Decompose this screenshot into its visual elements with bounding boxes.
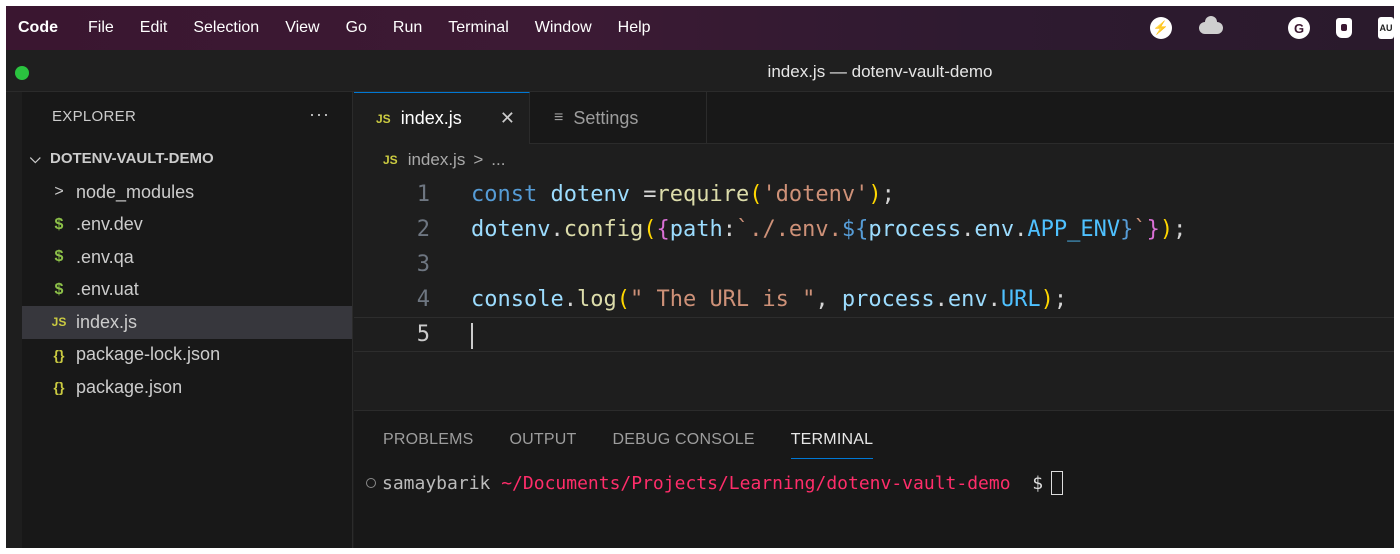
chevron-right-icon: > <box>54 183 64 201</box>
explorer-sidebar: EXPLORER ··· ⌵ DOTENV-VAULT-DEMO > node_… <box>22 92 353 548</box>
menu-help[interactable]: Help <box>618 19 651 37</box>
breadcrumb-file[interactable]: index.js <box>408 150 466 170</box>
tree-item-label: .env.uat <box>76 279 139 300</box>
editor-tabs: JS index.js ✕ ≡ Settings <box>354 92 1394 144</box>
settings-list-icon: ≡ <box>554 109 564 126</box>
tree-item-label: package-lock.json <box>76 344 221 365</box>
js-file-icon: JS <box>383 153 398 167</box>
status-icons: ⚡ G AU <box>1150 6 1394 50</box>
tab-output[interactable]: OUTPUT <box>510 431 577 459</box>
tree-item-env-dev[interactable]: $ .env.dev <box>22 209 352 242</box>
terminal-cursor <box>1051 471 1064 495</box>
tree-item-package-json[interactable]: {} package.json <box>22 371 352 404</box>
close-icon[interactable]: ✕ <box>500 108 515 129</box>
tree-item-label: .env.qa <box>76 246 134 267</box>
tree-item-env-uat[interactable]: $ .env.uat <box>22 274 352 307</box>
title-bar: index.js — dotenv-vault-demo <box>6 50 1394 92</box>
tree-item-label: index.js <box>76 311 138 332</box>
tab-label: index.js <box>400 108 462 128</box>
menu-edit[interactable]: Edit <box>140 19 168 37</box>
env-file-icon: $ <box>54 280 64 298</box>
code-line: 3 <box>354 247 1394 282</box>
app-menu[interactable]: Code <box>18 19 58 37</box>
grammarly-icon[interactable]: G <box>1288 17 1310 39</box>
menu-bar: Code File Edit Selection View Go Run Ter… <box>6 6 1394 50</box>
circle-icon <box>366 478 376 488</box>
js-file-icon: JS <box>51 315 67 330</box>
tab-problems[interactable]: PROBLEMS <box>383 431 474 459</box>
env-file-icon: $ <box>54 248 64 266</box>
tab-settings[interactable]: ≡ Settings <box>530 92 707 144</box>
code-line: 4 console.log(" The URL is ", process.en… <box>354 282 1394 317</box>
line-number: 5 <box>416 322 430 347</box>
json-file-icon: {} <box>53 346 65 363</box>
file-tree: > node_modules $ .env.dev $ .env.qa $ .e… <box>22 176 352 404</box>
tree-item-node-modules[interactable]: > node_modules <box>22 176 352 209</box>
explorer-header: EXPLORER <box>52 108 137 125</box>
chevron-right-icon: > <box>473 150 484 169</box>
project-folder[interactable]: ⌵ DOTENV-VAULT-DEMO <box>30 150 214 167</box>
cloud-icon[interactable] <box>1198 16 1224 39</box>
code-line-current: 5 <box>354 317 1394 352</box>
line-number: 3 <box>416 252 430 277</box>
user-icon[interactable]: AU <box>1378 17 1394 39</box>
tab-label: Settings <box>573 107 639 128</box>
tree-item-label: .env.dev <box>76 214 143 235</box>
bottom-panel: PROBLEMS OUTPUT DEBUG CONSOLE TERMINAL s… <box>354 410 1394 548</box>
terminal-prompt-line[interactable]: samaybarik ~/Documents/Projects/Learning… <box>366 471 1064 495</box>
menu-run[interactable]: Run <box>393 19 422 37</box>
tree-item-label: package.json <box>76 376 183 397</box>
bolt-icon[interactable]: ⚡ <box>1150 17 1172 39</box>
menu-terminal[interactable]: Terminal <box>448 19 508 37</box>
menu-go[interactable]: Go <box>346 19 367 37</box>
window-title: index.js — dotenv-vault-demo <box>767 62 993 81</box>
tab-terminal[interactable]: TERMINAL <box>790 431 874 459</box>
panel-tabs: PROBLEMS OUTPUT DEBUG CONSOLE TERMINAL <box>383 431 909 459</box>
terminal-prompt: $ <box>1010 472 1044 494</box>
line-number: 1 <box>416 182 430 207</box>
code-text: console.log(" The URL is ", process.env.… <box>471 287 1068 312</box>
menu-selection[interactable]: Selection <box>193 19 259 37</box>
tree-item-label: node_modules <box>76 181 195 202</box>
terminal-user: samaybarik <box>382 472 502 494</box>
line-number: 4 <box>416 287 430 312</box>
tab-debug-console[interactable]: DEBUG CONSOLE <box>613 431 755 459</box>
chevron-down-icon: ⌵ <box>30 150 41 166</box>
json-file-icon: {} <box>53 379 65 396</box>
code-text: const dotenv =require('dotenv'); <box>471 182 895 207</box>
text-cursor <box>471 323 473 349</box>
code-text: dotenv.config({path:`./.env.${process.en… <box>471 217 1187 242</box>
lock-icon[interactable] <box>1336 18 1352 38</box>
menu-view[interactable]: View <box>285 19 319 37</box>
code-line: 1 const dotenv =require('dotenv'); <box>354 177 1394 212</box>
code-line: 2 dotenv.config({path:`./.env.${process.… <box>354 212 1394 247</box>
js-file-icon: JS <box>376 111 391 126</box>
menu-window[interactable]: Window <box>535 19 592 37</box>
editor-window: index.js — dotenv-vault-demo EXPLORER ··… <box>6 50 1394 548</box>
project-name: DOTENV-VAULT-DEMO <box>50 150 214 167</box>
breadcrumb-symbols[interactable]: ... <box>491 150 505 170</box>
env-file-icon: $ <box>54 215 64 233</box>
menu-file[interactable]: File <box>88 19 114 37</box>
tab-index-js[interactable]: JS index.js ✕ <box>354 92 530 144</box>
breadcrumb: JS index.js > ... <box>383 148 505 172</box>
more-icon[interactable]: ··· <box>309 104 330 125</box>
tree-item-env-qa[interactable]: $ .env.qa <box>22 241 352 274</box>
tree-item-package-lock-json[interactable]: {} package-lock.json <box>22 339 352 372</box>
line-number: 2 <box>416 217 430 242</box>
terminal-path: ~/Documents/Projects/Learning/dotenv-vau… <box>501 472 1011 494</box>
code-editor[interactable]: 1 const dotenv =require('dotenv'); 2 dot… <box>354 175 1394 407</box>
tree-item-index-js[interactable]: JS index.js <box>22 306 352 339</box>
